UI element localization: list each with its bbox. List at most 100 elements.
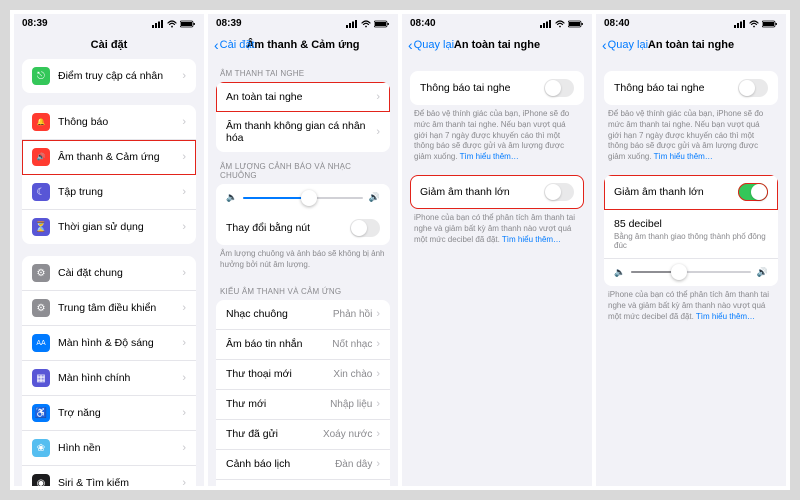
battery-icon — [762, 20, 778, 28]
settings-row[interactable]: Thư đã gửiXoáy nước› — [216, 420, 390, 450]
toggle — [544, 183, 574, 201]
row-label: Cài đặt chung — [58, 267, 182, 279]
reduce-loud-sounds-row[interactable]: Giảm âm thanh lớn — [410, 175, 584, 209]
clock: 08:40 — [604, 18, 630, 29]
nav-bar: ‹Quay lại An toàn tai nghe — [596, 31, 786, 59]
settings-row[interactable]: Âm báo tin nhắnNốt nhạc› — [216, 330, 390, 360]
clock: 08:39 — [22, 18, 48, 29]
chevron-right-icon: › — [376, 458, 380, 470]
gear-icon: ⚙ — [32, 264, 50, 282]
signal-icon — [152, 20, 164, 28]
bell-icon: 🔔 — [32, 113, 50, 131]
learn-more-link[interactable]: Tìm hiểu thêm… — [502, 235, 561, 244]
chevron-left-icon: ‹ — [408, 38, 413, 52]
settings-row[interactable]: ⎋Điểm truy cập cá nhân› — [22, 59, 196, 93]
row-value: Đàn dây — [335, 459, 372, 470]
chevron-right-icon: › — [376, 428, 380, 440]
chevron-right-icon: › — [182, 151, 186, 163]
notifications-group: Thông báo tai nghe — [604, 71, 778, 105]
chevron-right-icon: › — [376, 368, 380, 380]
settings-row[interactable]: Cảnh báo lịchĐàn dây› — [216, 450, 390, 480]
text-icon: AA — [32, 334, 50, 352]
reduce-loud-sounds-row[interactable]: Giảm âm thanh lớn — [604, 175, 778, 210]
back-button[interactable]: ‹Quay lại — [408, 38, 454, 52]
row-label: Thư đã gửi — [226, 428, 323, 440]
decibel-row: 85 decibel Bằng âm thanh giao thông thàn… — [604, 210, 778, 259]
screen-headphone-safety-off: 08:40 ‹Quay lại An toàn tai nghe Thông b… — [402, 14, 592, 486]
section-footer: iPhone của bạn có thể phân tích âm thanh… — [402, 209, 592, 251]
chevron-right-icon: › — [182, 372, 186, 384]
ringer-slider-row: 🔈 🔊 — [216, 184, 390, 211]
chevron-right-icon: › — [182, 116, 186, 128]
headphone-audio-group: An toàn tai nghe›Âm thanh không gian cá … — [216, 82, 390, 152]
toggle[interactable] — [738, 183, 768, 201]
signal-icon — [734, 20, 746, 28]
settings-row[interactable]: An toàn tai nghe› — [216, 82, 390, 112]
settings-row[interactable]: 🔊Âm thanh & Cảm ứng› — [22, 140, 196, 175]
settings-row[interactable]: ♿Trợ năng› — [22, 396, 196, 431]
row-value: Nốt nhạc — [332, 339, 372, 350]
settings-row[interactable]: ⚙Trung tâm điều khiển› — [22, 291, 196, 326]
settings-row[interactable]: ☾Tập trung› — [22, 175, 196, 210]
row-label: Màn hình & Độ sáng — [58, 337, 182, 349]
chevron-right-icon: › — [182, 267, 186, 279]
switches-icon: ⚙ — [32, 299, 50, 317]
settings-row[interactable]: Âm thanh không gian cá nhân hóa› — [216, 112, 390, 152]
row-label: Siri & Tìm kiếm — [58, 477, 182, 486]
reduce-loud-group: Giảm âm thanh lớn — [410, 175, 584, 209]
row-value: Xin chào — [333, 369, 372, 380]
row-label: An toàn tai nghe — [226, 91, 376, 103]
chevron-right-icon: › — [182, 221, 186, 233]
toggle[interactable] — [350, 219, 380, 237]
settings-row[interactable]: 🔔Thông báo› — [22, 105, 196, 140]
section-footer: Để bảo vệ thính giác của bạn, iPhone sẽ … — [596, 105, 786, 169]
page-title: Cài đặt — [91, 39, 128, 51]
settings-row[interactable]: Cảnh báo Lời nhắcĐàn dây› — [216, 480, 390, 486]
content[interactable]: ⎋Điểm truy cập cá nhân› 🔔Thông báo›🔊Âm t… — [14, 59, 204, 486]
status-icons — [346, 20, 390, 28]
row-label: Thời gian sử dụng — [58, 221, 182, 233]
battery-icon — [568, 20, 584, 28]
row-label: Thư mới — [226, 398, 330, 410]
settings-row[interactable]: ⚙ Cài đặt chung› — [22, 256, 196, 291]
tutorial-stage: 08:39 Cài đặt ⎋Điểm truy cập cá nhân› 🔔T… — [10, 10, 790, 490]
settings-row[interactable]: AA Màn hình & Độ sáng› — [22, 326, 196, 361]
moon-icon: ☾ — [32, 183, 50, 201]
chevron-right-icon: › — [182, 337, 186, 349]
status-icons — [540, 20, 584, 28]
settings-row[interactable]: ⏳Thời gian sử dụng› — [22, 210, 196, 244]
settings-row[interactable]: Thư mớiNhập liệu› — [216, 390, 390, 420]
clock: 08:39 — [216, 18, 242, 29]
learn-more-link[interactable]: Tìm hiểu thêm… — [696, 312, 755, 321]
speaker-icon: 🔊 — [32, 148, 50, 166]
chevron-right-icon: › — [182, 442, 186, 454]
section-header: ÂM LƯỢNG CẢNH BÁO VÀ NHẠC CHUÔNG — [208, 152, 398, 184]
wifi-icon — [748, 20, 760, 28]
volume-slider[interactable]: 🔈 🔊 — [226, 192, 380, 203]
group-1: 🔔Thông báo›🔊Âm thanh & Cảm ứng›☾Tập trun… — [22, 105, 196, 244]
content[interactable]: ÂM THANH TAI NGHE An toàn tai nghe›Âm th… — [208, 59, 398, 486]
settings-row[interactable]: Thư thoại mớiXin chào› — [216, 360, 390, 390]
wifi-icon — [166, 20, 178, 28]
speaker-high-icon: 🔊 — [369, 192, 380, 203]
content[interactable]: Thông báo tai nghe Để bảo vệ thính giác … — [596, 59, 786, 486]
back-button[interactable]: ‹Quay lại — [602, 38, 648, 52]
headphone-notifications-row[interactable]: Thông báo tai nghe — [410, 71, 584, 105]
screen-settings: 08:39 Cài đặt ⎋Điểm truy cập cá nhân› 🔔T… — [14, 14, 204, 486]
chevron-right-icon: › — [376, 398, 380, 410]
settings-row[interactable]: ❀Hình nền› — [22, 431, 196, 466]
learn-more-link[interactable]: Tìm hiểu thêm… — [654, 152, 713, 161]
toggle[interactable] — [544, 79, 574, 97]
headphone-notifications-row[interactable]: Thông báo tai nghe — [604, 71, 778, 105]
decibel-slider[interactable]: 🔈 🔊 — [614, 267, 768, 278]
change-with-buttons-row[interactable]: Thay đổi bằng nút — [216, 211, 390, 245]
section-footer: Để bảo vệ thính giác của bạn, iPhone sẽ … — [402, 105, 592, 169]
ringer-group: 🔈 🔊 Thay đổi bằng nút — [216, 184, 390, 245]
learn-more-link[interactable]: Tìm hiểu thêm… — [460, 152, 519, 161]
back-button[interactable]: ‹Cài đặt — [214, 38, 255, 52]
settings-row[interactable]: ◉Siri & Tìm kiếm› — [22, 466, 196, 486]
toggle[interactable] — [738, 79, 768, 97]
content[interactable]: Thông báo tai nghe Để bảo vệ thính giác … — [402, 59, 592, 486]
settings-row[interactable]: Nhạc chuôngPhản hồi› — [216, 300, 390, 330]
settings-row[interactable]: ▦Màn hình chính› — [22, 361, 196, 396]
